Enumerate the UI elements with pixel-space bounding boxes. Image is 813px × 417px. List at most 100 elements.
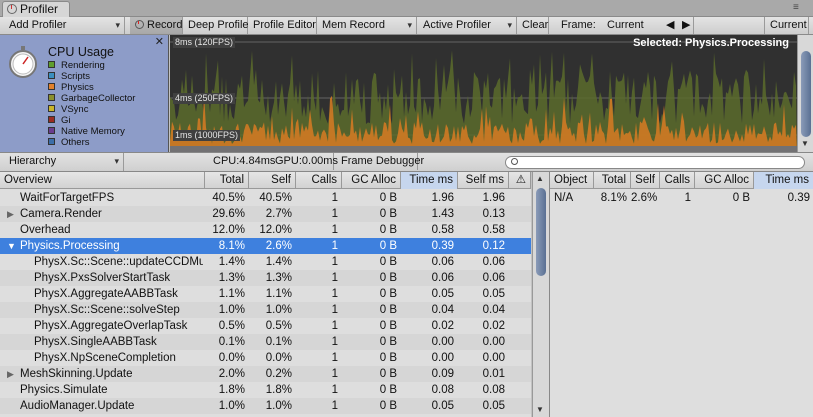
- overview-header-2[interactable]: Self: [249, 172, 296, 189]
- frame-debugger-label: Frame Debugger: [341, 155, 425, 167]
- table-row[interactable]: PhysX.SingleAABBTask 0.1% 0.1% 1 0 B 0.00 0.00: [0, 334, 531, 350]
- next-frame-button[interactable]: ▶: [680, 17, 694, 34]
- close-icon[interactable]: ✕: [155, 35, 164, 48]
- scroll-up-icon[interactable]: ▲: [536, 174, 544, 183]
- object-header-4[interactable]: GC Alloc: [695, 172, 754, 189]
- row-name: WaitForTargetFPS: [20, 192, 115, 204]
- object-header-2[interactable]: Self: [631, 172, 660, 189]
- row-selfms: 0.05: [482, 288, 505, 300]
- table-row[interactable]: AudioManager.Update 1.0% 1.0% 1 0 B 0.05 0.05: [0, 398, 531, 414]
- row-self: 1.1%: [265, 288, 292, 300]
- record-icon: [135, 20, 144, 29]
- object-calls: 1: [684, 192, 691, 204]
- graph-label-4ms: 4ms (250FPS): [173, 93, 236, 104]
- object-header-5[interactable]: Time ms: [754, 172, 813, 189]
- row-name: PhysX.PxsSolverStartTask: [34, 272, 171, 284]
- object-header-3[interactable]: Calls: [660, 172, 695, 189]
- frame-debugger-button[interactable]: Frame Debugger: [336, 153, 424, 170]
- overview-header-7[interactable]: ⚠: [509, 172, 531, 189]
- current-frame-button[interactable]: Current: [764, 17, 809, 34]
- graph-label-8ms: 8ms (120FPS): [173, 37, 236, 48]
- row-calls: 1: [331, 224, 338, 236]
- profile-editor-button[interactable]: Profile Editor: [248, 17, 317, 34]
- row-name: PhysX.Sc::Scene::updateCCDMu: [34, 256, 203, 268]
- object-header-0[interactable]: Object: [550, 172, 594, 189]
- profiler-tab-label: Profiler: [20, 2, 59, 16]
- overview-table: Overview Total Self Calls GC Alloc Time ms Sel…: [0, 172, 531, 417]
- legend-item-gi[interactable]: Gi: [48, 115, 71, 126]
- scroll-down-icon[interactable]: ▼: [801, 139, 809, 148]
- row-name: Overhead: [20, 224, 71, 236]
- overview-header-5[interactable]: Time ms: [401, 172, 458, 189]
- deep-profile-button[interactable]: Deep Profile: [183, 17, 249, 34]
- row-gc: 0 B: [379, 320, 397, 332]
- row-time: 0.08: [431, 384, 454, 396]
- mem-record-dropdown[interactable]: Mem Record: [317, 17, 417, 34]
- active-profiler-dropdown[interactable]: Active Profiler: [418, 17, 517, 34]
- legend-item-others[interactable]: Others: [48, 137, 90, 148]
- collapse-arrow-icon[interactable]: ▼: [7, 238, 16, 254]
- object-self: 2.6%: [631, 192, 658, 204]
- row-self: 1.0%: [265, 304, 292, 316]
- overview-header-0[interactable]: Overview: [0, 172, 205, 189]
- clear-button[interactable]: Clear: [517, 17, 549, 34]
- cpu-usage-graph[interactable]: 8ms (120FPS) 4ms (250FPS) 1ms (1000FPS) …: [170, 35, 797, 152]
- row-name: PhysX.SingleAABBTask: [34, 336, 157, 348]
- table-row-selected[interactable]: ▼ Physics.Processing 8.1% 2.6% 1 0 B 0.39 0.12: [0, 238, 531, 254]
- overview-scroll-thumb[interactable]: [536, 188, 546, 276]
- expand-arrow-icon[interactable]: ▶: [7, 366, 14, 382]
- overview-header-1[interactable]: Total: [205, 172, 249, 189]
- table-row[interactable]: ▶ Camera.Render 29.6% 2.7% 1 0 B 1.43 0.13: [0, 206, 531, 222]
- table-row[interactable]: ▶ MeshSkinning.Update 2.0% 0.2% 1 0 B 0.09 0.01: [0, 366, 531, 382]
- view-dropdown[interactable]: Hierarchy: [4, 153, 124, 171]
- object-header-1[interactable]: Total: [594, 172, 631, 189]
- legend-item-rendering[interactable]: Rendering: [48, 60, 105, 71]
- legend-swatch: [48, 94, 55, 101]
- expand-arrow-icon[interactable]: ▶: [7, 206, 14, 222]
- scroll-down-icon[interactable]: ▼: [536, 405, 544, 414]
- table-row[interactable]: PhysX.Sc::Scene::solveStep 1.0% 1.0% 1 0 B 0.…: [0, 302, 531, 318]
- overview-header-3[interactable]: Calls: [296, 172, 342, 189]
- graph-scroll-thumb[interactable]: [801, 51, 811, 137]
- object-name: N/A: [554, 192, 574, 204]
- table-row[interactable]: Physics.Simulate 1.8% 1.8% 1 0 B 0.08 0.08: [0, 382, 531, 398]
- legend-swatch: [48, 116, 55, 123]
- legend-item-scripts[interactable]: Scripts: [48, 71, 90, 82]
- legend-swatch: [48, 61, 55, 68]
- row-calls: 1: [331, 304, 338, 316]
- clear-label: Clear: [522, 19, 549, 31]
- legend-item-garbagecollector[interactable]: GarbageCollector: [48, 93, 135, 104]
- overview-header-4[interactable]: GC Alloc: [342, 172, 401, 189]
- profiler-tab[interactable]: Profiler: [2, 1, 70, 18]
- overview-scrollbar[interactable]: ▲ ▼: [532, 172, 549, 417]
- legend-item-vsync[interactable]: VSync: [48, 104, 88, 115]
- table-row[interactable]: PhysX.Sc::Scene::updateCCDMu 1.4% 1.4% 1 0 B…: [0, 254, 531, 270]
- cpu-usage-title: CPU Usage: [48, 45, 114, 59]
- table-row[interactable]: PhysX.AggregateOverlapTask 0.5% 0.5% 1 0 B 0.…: [0, 318, 531, 334]
- row-calls: 1: [331, 336, 338, 348]
- search-input[interactable]: [505, 156, 805, 169]
- row-self: 12.0%: [259, 224, 292, 236]
- table-row[interactable]: WaitForTargetFPS 40.5% 40.5% 1 0 B 1.96 1.96: [0, 190, 531, 206]
- legend-item-physics[interactable]: Physics: [48, 82, 94, 93]
- table-row[interactable]: PhysX.NpSceneCompletion 0.0% 0.0% 1 0 B 0.00 0…: [0, 350, 531, 366]
- cpu-graph-svg: [170, 41, 797, 152]
- overview-header-6[interactable]: Self ms: [458, 172, 509, 189]
- prev-frame-button[interactable]: ◀: [664, 17, 678, 34]
- row-total: 0.1%: [218, 336, 245, 348]
- table-row[interactable]: PhysX.AggregateAABBTask 1.1% 1.1% 1 0 B 0.05 0…: [0, 286, 531, 302]
- table-row[interactable]: PhysX.PxsSolverStartTask 1.3% 1.3% 1 0 B 0.06…: [0, 270, 531, 286]
- add-profiler-dropdown[interactable]: Add Profiler: [4, 17, 125, 34]
- graph-scrollbar[interactable]: ▼: [797, 35, 813, 152]
- row-time: 0.02: [431, 320, 454, 332]
- table-row[interactable]: Overhead 12.0% 12.0% 1 0 B 0.58 0.58: [0, 222, 531, 238]
- cpu-usage-legend: CPU Usage ✕ Rendering Scripts Physics Garba…: [0, 35, 169, 152]
- window-menu-icon[interactable]: ≡: [793, 3, 807, 13]
- row-total: 1.0%: [218, 400, 245, 412]
- record-button[interactable]: Record: [130, 17, 183, 34]
- profile-editor-label: Profile Editor: [253, 19, 316, 31]
- legend-item-native-memory[interactable]: Native Memory: [48, 126, 125, 137]
- object-row[interactable]: N/A 8.1% 2.6% 1 0 B 0.39: [550, 190, 813, 206]
- row-gc: 0 B: [379, 304, 397, 316]
- row-total: 8.1%: [218, 240, 245, 252]
